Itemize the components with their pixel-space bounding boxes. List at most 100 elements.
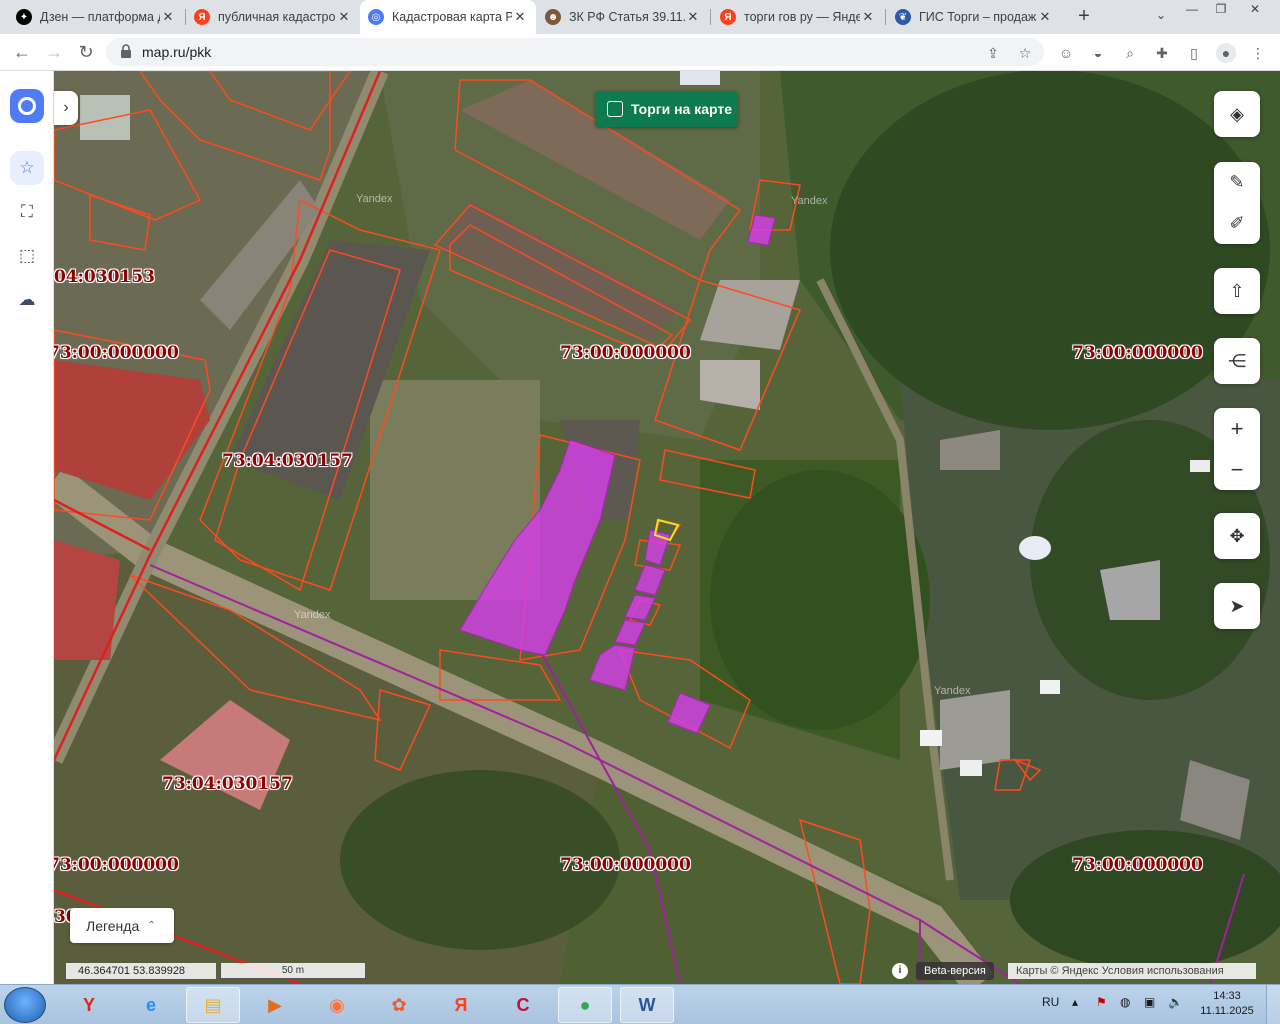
media-player-app[interactable]: ▶ xyxy=(248,987,302,1023)
polygon-tool-icon[interactable]: ⛶ xyxy=(10,195,44,229)
cloud-upload-icon[interactable]: ⇧ xyxy=(1214,268,1260,314)
extension-avatar-icon[interactable]: ☺ xyxy=(1056,43,1076,63)
side-panel-icon[interactable]: ▯ xyxy=(1184,43,1204,63)
ie-app[interactable]: e xyxy=(124,987,178,1023)
tray-expand-icon[interactable]: ▴ xyxy=(1072,995,1078,1009)
yandex-icon: Я xyxy=(720,9,736,25)
geolocation-control: ➤ xyxy=(1214,583,1260,629)
checkbox[interactable] xyxy=(607,101,623,117)
extension-hat-icon[interactable]: ◒ xyxy=(1088,43,1108,63)
new-tab-button[interactable]: + xyxy=(1072,4,1096,28)
close-icon[interactable]: ✕ xyxy=(512,9,528,25)
cadastral-label: 73:00:000000 xyxy=(560,343,691,363)
reload-button[interactable]: ↻ xyxy=(74,40,98,64)
edit-icon[interactable]: ✐ xyxy=(1214,203,1260,244)
explorer-app[interactable]: ▤ xyxy=(186,987,240,1023)
zoom-control: + − xyxy=(1214,408,1260,490)
legend-button[interactable]: Легенда ⌃ xyxy=(70,908,174,943)
cadastral-label: 73:00:000000 xyxy=(560,855,691,875)
zoom-in-button[interactable]: + xyxy=(1214,408,1260,449)
menu-kebab-icon[interactable]: ⋮ xyxy=(1248,43,1268,63)
lock-icon xyxy=(121,44,131,58)
extension-search-icon[interactable]: ⌕ xyxy=(1120,43,1140,63)
restore-button[interactable]: ❐ xyxy=(1208,0,1234,18)
chrome-app[interactable]: ● xyxy=(558,987,612,1023)
browser-toolbar: ← → ↻ map.ru/pkk ⇪ ☆ ☺ ◒ ⌕ ✚ ▯ ● ⋮ xyxy=(0,34,1280,71)
cadastral-label: 73:00:000000 xyxy=(54,343,179,363)
firefox-app[interactable]: ◉ xyxy=(310,987,364,1023)
clock[interactable]: 14:33 11.11.2025 xyxy=(1196,989,1258,1019)
cadastral-label: 73:00:000000 xyxy=(54,855,179,875)
beta-badge[interactable]: Beta-версия xyxy=(916,962,994,980)
network-icon[interactable]: ▣ xyxy=(1144,995,1155,1009)
dots-app[interactable]: ✿ xyxy=(372,987,426,1023)
volume-icon[interactable]: 🔈 xyxy=(1168,995,1183,1009)
map-watermark: Yandex xyxy=(934,685,971,697)
navigation-arrow-icon[interactable]: ➤ xyxy=(1214,583,1260,629)
tab-zen[interactable]: ✦ Дзен — платформа для ✕ xyxy=(8,0,184,34)
cadastral-label: 73:04:030157 xyxy=(222,451,353,471)
close-window-button[interactable]: ✕ xyxy=(1238,0,1272,18)
info-icon[interactable]: i xyxy=(892,963,908,979)
forward-button[interactable]: → xyxy=(42,40,66,64)
tab-gis-torgi[interactable]: ❦ ГИС Торги – продажа ✕ xyxy=(887,0,1061,34)
map-canvas[interactable]: Yandex Yandex Yandex Yandex 04:030153 73… xyxy=(54,71,1280,984)
close-icon[interactable]: ✕ xyxy=(685,9,701,25)
clock-time: 14:33 xyxy=(1213,990,1241,1002)
yandex-app[interactable]: Я xyxy=(434,987,488,1023)
extensions-puzzle-icon[interactable]: ✚ xyxy=(1152,43,1172,63)
zen-icon: ✦ xyxy=(16,9,32,25)
select-area-icon[interactable]: ⬚ xyxy=(10,239,44,273)
close-icon[interactable]: ✕ xyxy=(860,9,876,25)
pkk-icon: ◎ xyxy=(368,9,384,25)
cloud-icon[interactable]: ☁ xyxy=(10,283,44,317)
back-button[interactable]: ← xyxy=(10,40,34,64)
torgi-label: Торги на карте xyxy=(631,101,733,117)
scale-bar: 50 m xyxy=(220,963,366,979)
language-indicator[interactable]: RU xyxy=(1042,995,1059,1009)
close-icon[interactable]: ✕ xyxy=(336,9,352,25)
cadastral-label: 73:04:030157 xyxy=(162,774,293,794)
yandex-icon: Я xyxy=(194,9,210,25)
tab-search-icon[interactable]: ⌄ xyxy=(1150,6,1172,24)
ccleaner-app[interactable]: C xyxy=(496,987,550,1023)
pan-control: ✥ xyxy=(1214,513,1260,559)
word-app[interactable]: W xyxy=(620,987,674,1023)
show-desktop-button[interactable] xyxy=(1266,985,1280,1024)
action-center-icon[interactable]: ⚑ xyxy=(1096,995,1107,1009)
chevron-up-icon: ⌃ xyxy=(147,920,156,931)
tab-zk-rf[interactable]: ☻ ЗК РФ Статья 39.11. П ✕ xyxy=(537,0,709,34)
address-bar[interactable]: map.ru/pkk ⇪ ☆ xyxy=(106,38,1044,66)
ruler-icon[interactable]: ✎ xyxy=(1214,162,1260,203)
tray-app-icon[interactable]: ◍ xyxy=(1120,995,1130,1009)
tab-torgi-search[interactable]: Я торги гов ру — Яндекс ✕ xyxy=(712,0,884,34)
layers-control: ◈ xyxy=(1214,91,1260,137)
map-watermark: Yandex xyxy=(294,609,331,621)
share-icon[interactable]: ⋲ xyxy=(1214,338,1260,384)
url-text: map.ru/pkk xyxy=(142,44,212,60)
close-icon[interactable]: ✕ xyxy=(1037,9,1053,25)
close-icon[interactable]: ✕ xyxy=(160,9,176,25)
gis-torgi-icon: ❦ xyxy=(895,9,911,25)
tab-cadastral-search[interactable]: Я публичная кадастровая ✕ xyxy=(186,0,360,34)
start-button[interactable] xyxy=(4,987,46,1023)
layers-icon[interactable]: ◈ xyxy=(1214,91,1260,137)
app-logo-icon[interactable] xyxy=(10,89,44,123)
profile-icon[interactable]: ● xyxy=(1216,43,1236,63)
bookmark-star-icon[interactable]: ☆ xyxy=(1016,44,1034,62)
satellite-map xyxy=(54,71,1280,984)
cadastral-label: 04:030153 xyxy=(54,267,155,287)
left-sidebar: ☆ ⛶ ⬚ ☁ ⇥ xyxy=(0,71,54,1024)
favorites-star-icon[interactable]: ☆ xyxy=(10,151,44,185)
map-copyright[interactable]: Карты © Яндекс Условия использования xyxy=(1008,963,1256,979)
move-icon[interactable]: ✥ xyxy=(1214,513,1260,559)
torgi-on-map-toggle[interactable]: Торги на карте xyxy=(595,91,738,127)
sidebar-expand-button[interactable]: › xyxy=(54,91,78,125)
yandex-browser-app[interactable]: Y xyxy=(62,987,116,1023)
map-watermark: Yandex xyxy=(356,193,393,205)
zoom-out-button[interactable]: − xyxy=(1214,449,1260,490)
minimize-button[interactable]: — xyxy=(1180,0,1204,18)
tab-pkk[interactable]: ◎ Кадастровая карта РФ ✕ xyxy=(360,0,536,34)
share-icon[interactable]: ⇪ xyxy=(984,44,1002,62)
legend-label: Легенда xyxy=(86,917,140,934)
